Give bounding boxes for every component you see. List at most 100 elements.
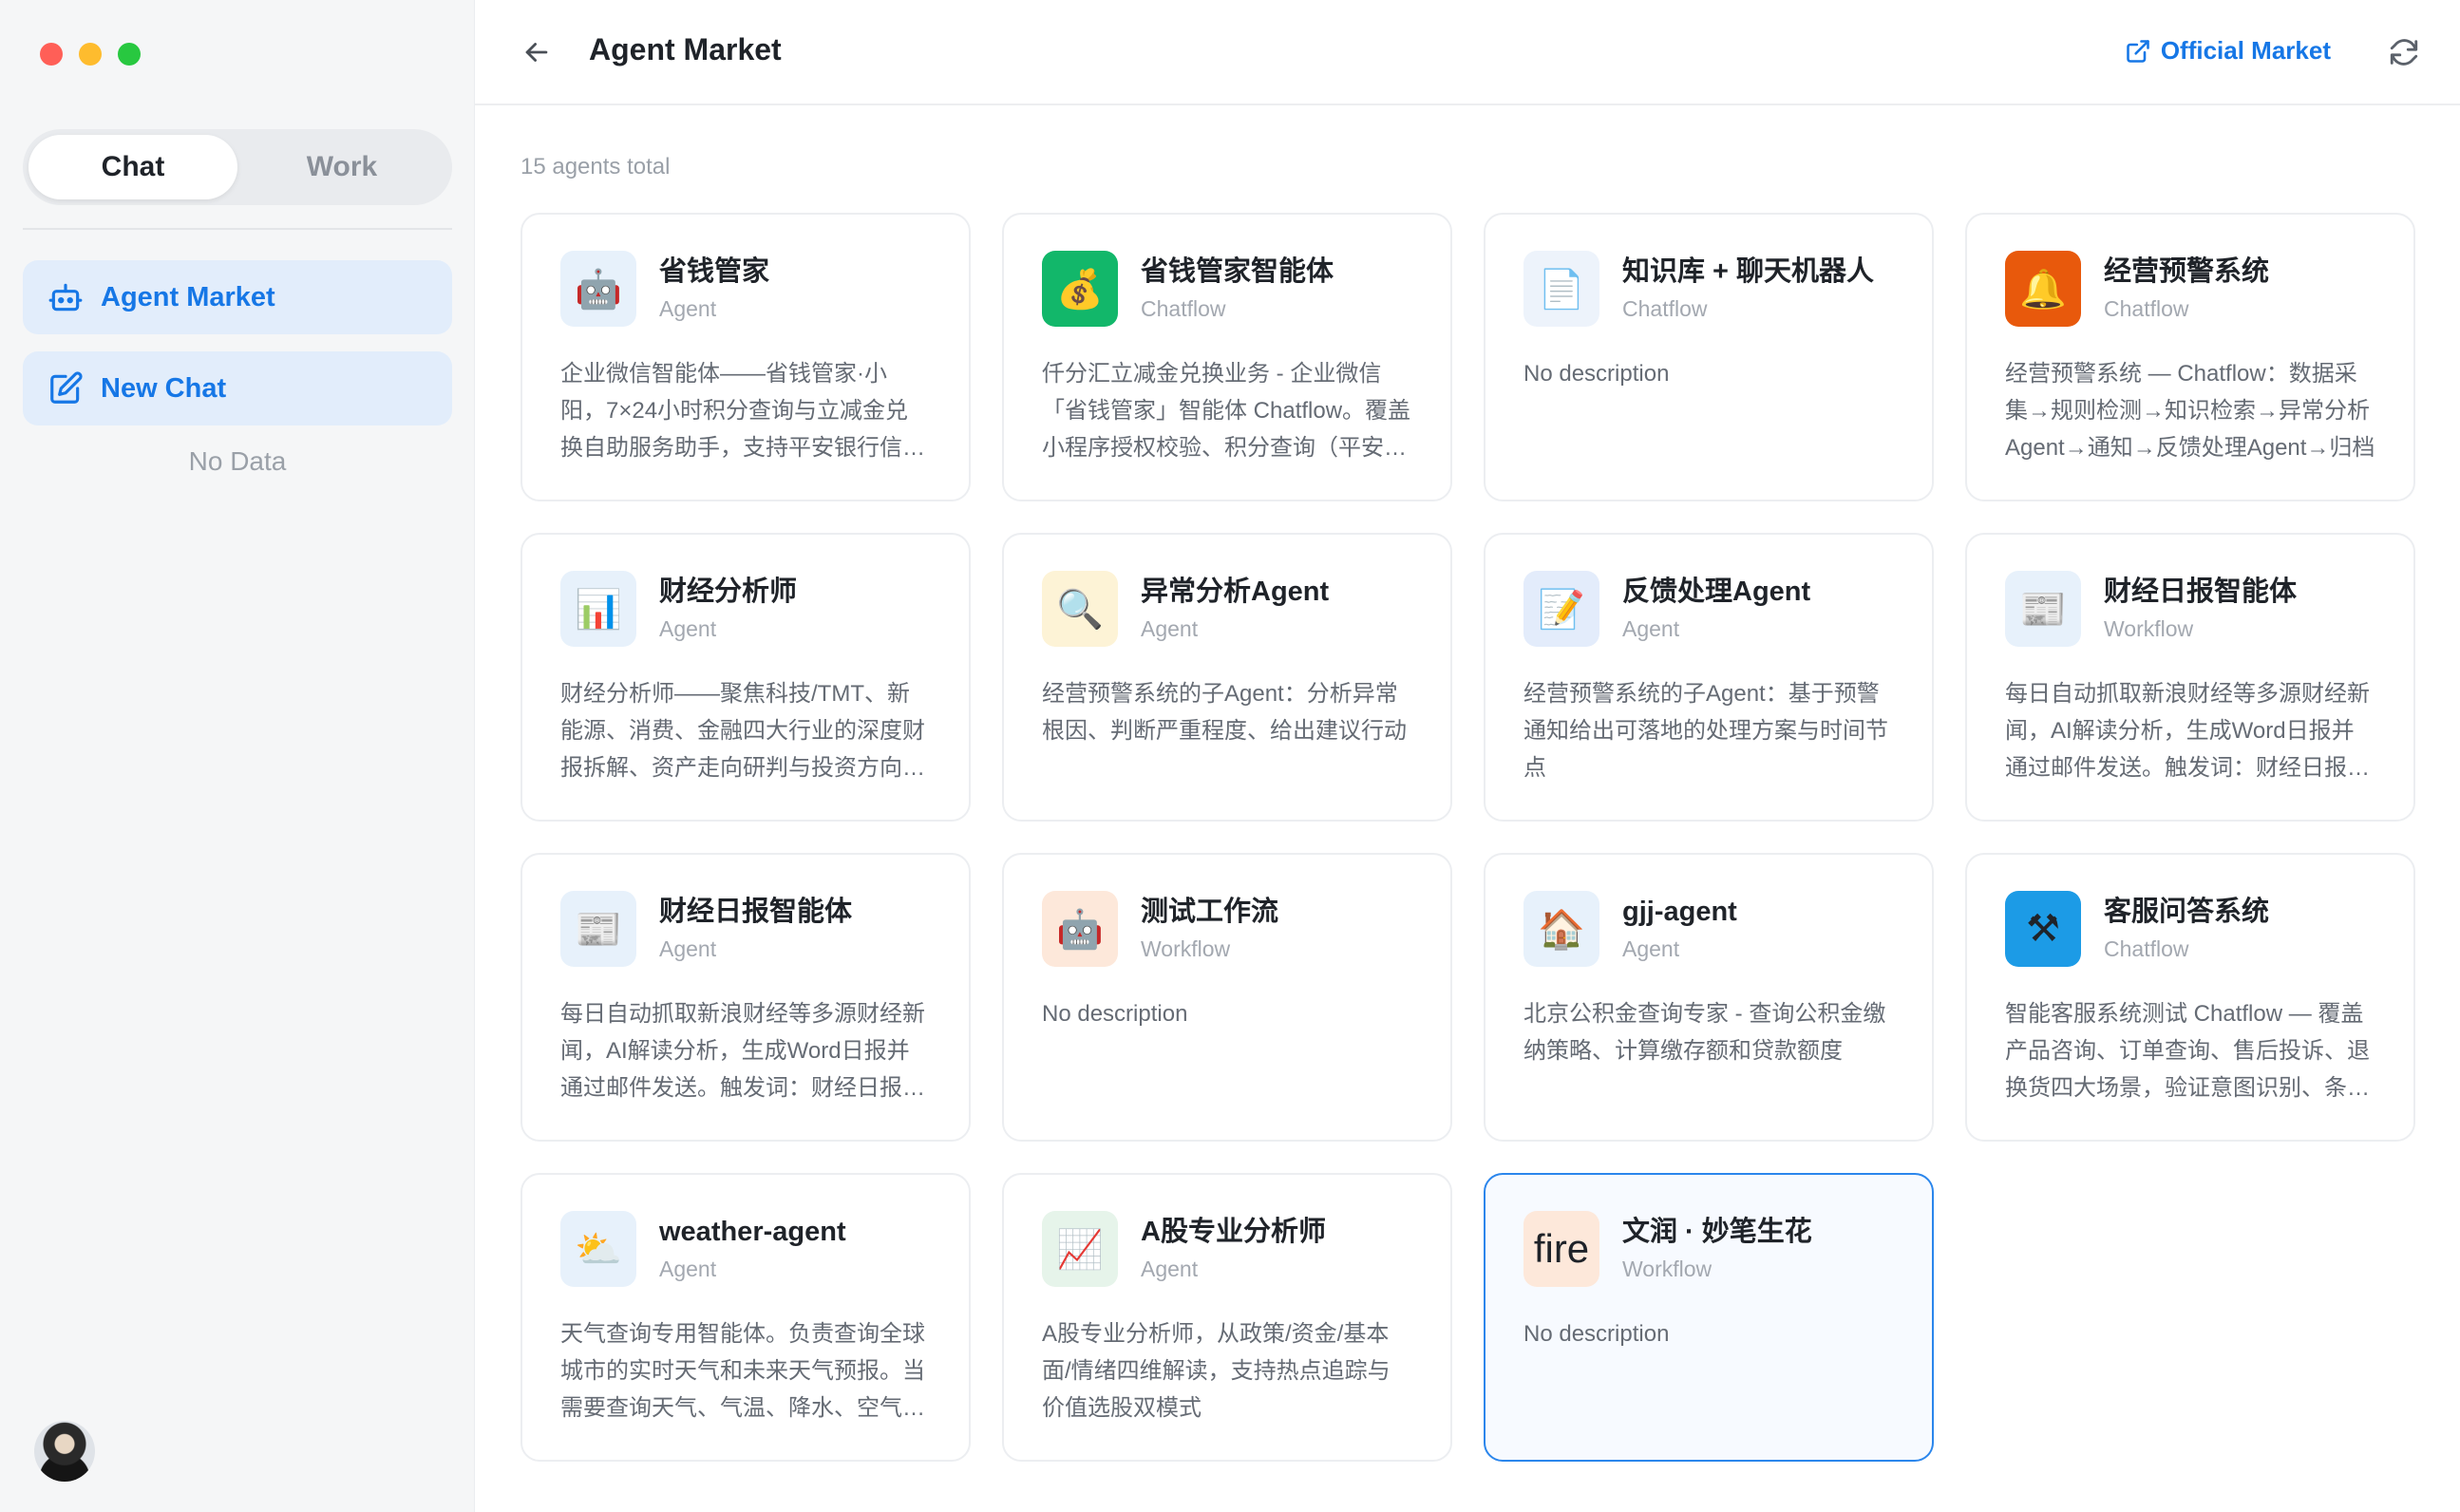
agent-card[interactable]: 🔍 异常分析Agent Agent 经营预警系统的子Agent：分析异常根因、判…: [1002, 533, 1452, 822]
agent-card-titles: 省钱管家 Agent: [659, 251, 769, 322]
minimize-window-button[interactable]: [79, 43, 102, 66]
agent-type: Workflow: [1141, 936, 1231, 961]
tab-chat[interactable]: Chat: [28, 135, 237, 199]
agent-type: Agent: [659, 296, 717, 321]
agent-icon: 🤖: [1042, 891, 1118, 967]
robot-icon: [48, 283, 83, 312]
empty-state-text: No Data: [188, 446, 287, 476]
agent-name: 财经日报智能体: [659, 897, 853, 927]
agent-icon: 📝: [1523, 571, 1599, 647]
agent-card[interactable]: ⛅ weather-agent Agent 天气查询专用智能体。负责查询全球城市…: [520, 1173, 971, 1462]
agent-type: Workflow: [2104, 616, 2194, 641]
agent-name: 省钱管家智能体: [1141, 256, 1334, 287]
agent-card[interactable]: 📄 知识库 + 聊天机器人 Chatflow No description: [1484, 213, 1934, 501]
agent-card[interactable]: 💰 省钱管家智能体 Chatflow 仟分汇立减金兑换业务 - 企业微信「省钱管…: [1002, 213, 1452, 501]
tab-work[interactable]: Work: [237, 135, 446, 199]
agent-card-header: 📈 A股专业分析师 Agent: [1042, 1211, 1412, 1289]
agent-card-header: 🔔 经营预警系统 Chatflow: [2005, 251, 2375, 329]
agent-card[interactable]: 🤖 省钱管家 Agent 企业微信智能体——省钱管家·小阳，7×24小时积分查询…: [520, 213, 971, 501]
agent-type: Agent: [659, 936, 717, 961]
agent-card[interactable]: 📈 A股专业分析师 Agent A股专业分析师，从政策/资金/基本面/情绪四维解…: [1002, 1173, 1452, 1462]
agent-card-titles: A股专业分析师 Agent: [1141, 1211, 1326, 1282]
agent-card-header: 💰 省钱管家智能体 Chatflow: [1042, 251, 1412, 329]
agent-card-titles: 财经分析师 Agent: [659, 571, 797, 642]
agent-card-header: ⚒ 客服问答系统 Chatflow: [2005, 891, 2375, 969]
agent-card-header: 📰 财经日报智能体 Workflow: [2005, 571, 2375, 649]
external-link-icon: [2127, 39, 2149, 63]
agent-card[interactable]: ⚒ 客服问答系统 Chatflow 智能客服系统测试 Chatflow — 覆盖…: [1965, 853, 2415, 1142]
agent-type: Agent: [1141, 616, 1199, 641]
refresh-icon[interactable]: [2388, 36, 2420, 68]
agent-card-header: 🔍 异常分析Agent Agent: [1042, 571, 1412, 649]
agent-name: A股专业分析师: [1141, 1217, 1326, 1247]
agent-description: 财经分析师——聚焦科技/TMT、新能源、消费、金融四大行业的深度财报拆解、资产走…: [560, 681, 925, 781]
agent-card-titles: 财经日报智能体 Agent: [659, 891, 852, 962]
agent-icon: 📈: [1042, 1211, 1118, 1287]
agent-description: 经营预警系统的子Agent：基于预警通知给出可落地的处理方案与时间节点: [1523, 681, 1888, 781]
agent-icon: 🏠: [1523, 891, 1599, 967]
agent-type: Agent: [1622, 936, 1680, 961]
agent-type: Agent: [1622, 616, 1680, 641]
agent-name: 客服问答系统: [2104, 897, 2270, 927]
agent-name: gjj-agent: [1622, 897, 1737, 927]
agent-icon: ⚒: [2005, 891, 2081, 967]
back-arrow-icon[interactable]: [520, 36, 553, 68]
agent-card-titles: 省钱管家智能体 Chatflow: [1141, 251, 1334, 322]
agent-card-header: 📝 反馈处理Agent Agent: [1523, 571, 1894, 649]
agent-name: 知识库 + 聊天机器人: [1622, 256, 1875, 287]
agent-type: Agent: [659, 1257, 717, 1281]
agent-card[interactable]: 📰 财经日报智能体 Workflow 每日自动抓取新浪财经等多源财经新闻，AI解…: [1965, 533, 2415, 822]
agent-card-titles: 反馈处理Agent Agent: [1622, 571, 1810, 642]
official-market-link[interactable]: Official Market: [2125, 36, 2331, 66]
agent-type: Chatflow: [1622, 296, 1708, 321]
agent-description: 北京公积金查询专家 - 查询公积金缴纳策略、计算缴存额和贷款额度: [1523, 1001, 1886, 1064]
page-title: Agent Market: [589, 32, 782, 66]
agent-card[interactable]: 📝 反馈处理Agent Agent 经营预警系统的子Agent：基于预警通知给出…: [1484, 533, 1934, 822]
agent-name: 财经分析师: [659, 576, 798, 607]
sidebar-item-agent-market[interactable]: Agent Market: [23, 260, 452, 334]
agent-card[interactable]: 🤖 测试工作流 Workflow No description: [1002, 853, 1452, 1142]
agent-card-header: 📰 财经日报智能体 Agent: [560, 891, 931, 969]
agent-icon: 🔍: [1042, 571, 1118, 647]
agent-card[interactable]: 🔔 经营预警系统 Chatflow 经营预警系统 — Chatflow：数据采集…: [1965, 213, 2415, 501]
user-avatar[interactable]: [34, 1421, 95, 1482]
close-window-button[interactable]: [40, 43, 63, 66]
zoom-window-button[interactable]: [118, 43, 141, 66]
agent-description: 企业微信智能体——省钱管家·小阳，7×24小时积分查询与立减金兑换自助服务助手，…: [560, 361, 925, 461]
agent-card-titles: weather-agent Agent: [659, 1211, 846, 1282]
agent-description: 天气查询专用智能体。负责查询全球城市的实时天气和未来天气预报。当需要查询天气、气…: [560, 1321, 925, 1421]
agent-card[interactable]: 📰 财经日报智能体 Agent 每日自动抓取新浪财经等多源财经新闻，AI解读分析…: [520, 853, 971, 1142]
agent-description: 每日自动抓取新浪财经等多源财经新闻，AI解读分析，生成Word日报并通过邮件发送…: [2005, 681, 2370, 781]
agent-name: 测试工作流: [1141, 897, 1279, 927]
agent-card-header: 📊 财经分析师 Agent: [560, 571, 931, 649]
agent-card-header: 📄 知识库 + 聊天机器人 Chatflow: [1523, 251, 1894, 329]
edit-icon: [50, 371, 83, 404]
agent-type: Agent: [1141, 1257, 1199, 1281]
agent-icon: 📊: [560, 571, 636, 647]
sidebar: Chat Work Agent Market New Chat No Data: [0, 0, 475, 1512]
agent-description: 智能客服系统测试 Chatflow — 覆盖产品咨询、订单查询、售后投诉、退换货…: [2005, 1001, 2370, 1101]
sidebar-item-label: New Chat: [101, 372, 227, 404]
sidebar-item-new-chat[interactable]: New Chat: [23, 351, 452, 425]
agent-card[interactable]: fire 文润 · 妙笔生花 Workflow No description: [1484, 1173, 1934, 1462]
agent-description: 仟分汇立减金兑换业务 - 企业微信「省钱管家」智能体 Chatflow。覆盖小程…: [1042, 361, 1411, 461]
window-controls: [40, 43, 141, 66]
agent-card-titles: 测试工作流 Workflow: [1141, 891, 1278, 962]
agent-card-titles: 客服问答系统 Chatflow: [2104, 891, 2269, 962]
agent-card-header: 🤖 省钱管家 Agent: [560, 251, 931, 329]
agent-icon: 📰: [2005, 571, 2081, 647]
agent-icon: 📄: [1523, 251, 1599, 327]
main-content: Agent Market Official Market 15 agents t…: [475, 0, 2460, 1512]
agent-description: No description: [1523, 1321, 1670, 1347]
agent-card-titles: 财经日报智能体 Workflow: [2104, 571, 2297, 642]
agent-icon: 💰: [1042, 251, 1118, 327]
agent-name: weather-agent: [659, 1217, 846, 1247]
mode-toggle: Chat Work: [23, 129, 452, 205]
agent-card-header: 🏠 gjj-agent Agent: [1523, 891, 1894, 969]
agent-card[interactable]: 🏠 gjj-agent Agent 北京公积金查询专家 - 查询公积金缴纳策略、…: [1484, 853, 1934, 1142]
agent-name: 省钱管家: [659, 256, 770, 287]
agent-icon: fire: [1523, 1211, 1599, 1287]
agent-card[interactable]: 📊 财经分析师 Agent 财经分析师——聚焦科技/TMT、新能源、消费、金融四…: [520, 533, 971, 822]
agent-icon: 🔔: [2005, 251, 2081, 327]
agent-name: 异常分析Agent: [1141, 576, 1330, 607]
